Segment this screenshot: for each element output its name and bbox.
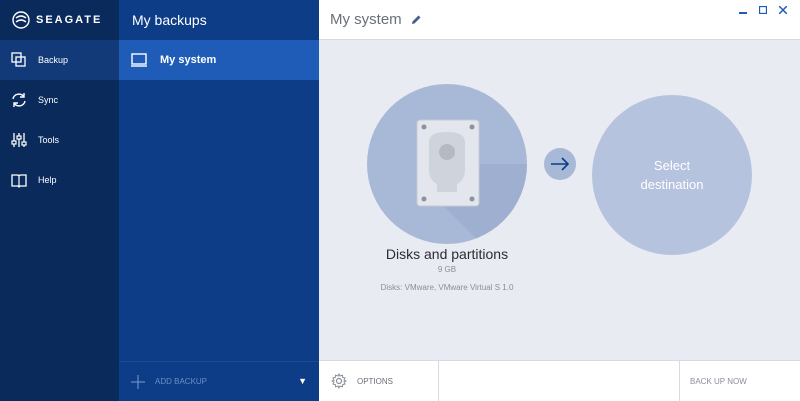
options-button[interactable]: OPTIONS: [319, 361, 439, 401]
chevron-down-icon[interactable]: ▼: [298, 376, 307, 386]
nav-item-label: Tools: [38, 135, 60, 145]
bottom-spacer: [439, 361, 680, 401]
tools-icon: [11, 133, 27, 147]
nav-item-label: Sync: [38, 95, 59, 105]
back-up-now-label: BACK UP NOW: [690, 376, 747, 386]
page-title: My system: [330, 11, 402, 28]
plus-icon: [131, 374, 145, 389]
source-circle[interactable]: [367, 84, 527, 244]
back-up-now-button[interactable]: BACK UP NOW: [680, 361, 800, 401]
options-label: OPTIONS: [357, 376, 394, 386]
source-size: 9 GB: [437, 265, 457, 274]
nav-item-label: Backup: [38, 55, 69, 65]
hard-drive-icon: [416, 119, 527, 239]
add-backup-button[interactable]: ADD BACKUP ▼: [119, 361, 319, 401]
source-label: Disks and partitions: [385, 246, 509, 262]
pencil-icon[interactable]: [410, 14, 422, 26]
backup-item-label: My system: [160, 54, 217, 66]
arrow-right-icon: [544, 148, 576, 180]
destination-line2: destination: [640, 177, 704, 192]
close-icon[interactable]: [778, 5, 788, 15]
nav-item-help[interactable]: Help: [0, 160, 119, 200]
left-nav: SEAGATE Backup Sync Tools Help: [0, 0, 119, 401]
monitor-icon: [131, 53, 147, 67]
backup-canvas: Select destination Disks and partitions …: [319, 40, 800, 360]
backup-icon: [11, 52, 26, 67]
maximize-icon[interactable]: [758, 5, 768, 15]
help-book-icon: [11, 174, 27, 188]
backups-title: My backups: [132, 12, 207, 28]
nav-item-tools[interactable]: Tools: [0, 120, 119, 160]
window-controls: [738, 5, 788, 15]
seagate-logo: SEAGATE: [0, 0, 119, 40]
nav-item-label: Help: [38, 175, 57, 185]
destination-line1: Select: [653, 158, 691, 173]
top-bar: My system: [319, 0, 800, 40]
source-disks: Disks: VMware, VMware Virtual S 1.0: [380, 283, 514, 292]
add-backup-label: ADD BACKUP: [155, 377, 208, 386]
seagate-logo-icon: [12, 11, 30, 29]
nav-item-sync[interactable]: Sync: [0, 80, 119, 120]
sync-icon: [12, 93, 26, 107]
main-panel: My system Select destination Disks and p…: [319, 0, 800, 401]
backups-panel: My backups My system ADD BACKUP ▼: [119, 0, 319, 401]
backup-item-my-system[interactable]: My system: [119, 40, 319, 80]
gear-icon: [331, 373, 347, 389]
bottom-bar: OPTIONS BACK UP NOW: [319, 360, 800, 401]
nav-item-backup[interactable]: Backup: [0, 40, 119, 80]
logo-text: SEAGATE: [36, 14, 103, 26]
select-destination-circle[interactable]: Select destination: [592, 95, 752, 255]
minimize-icon[interactable]: [738, 5, 748, 15]
